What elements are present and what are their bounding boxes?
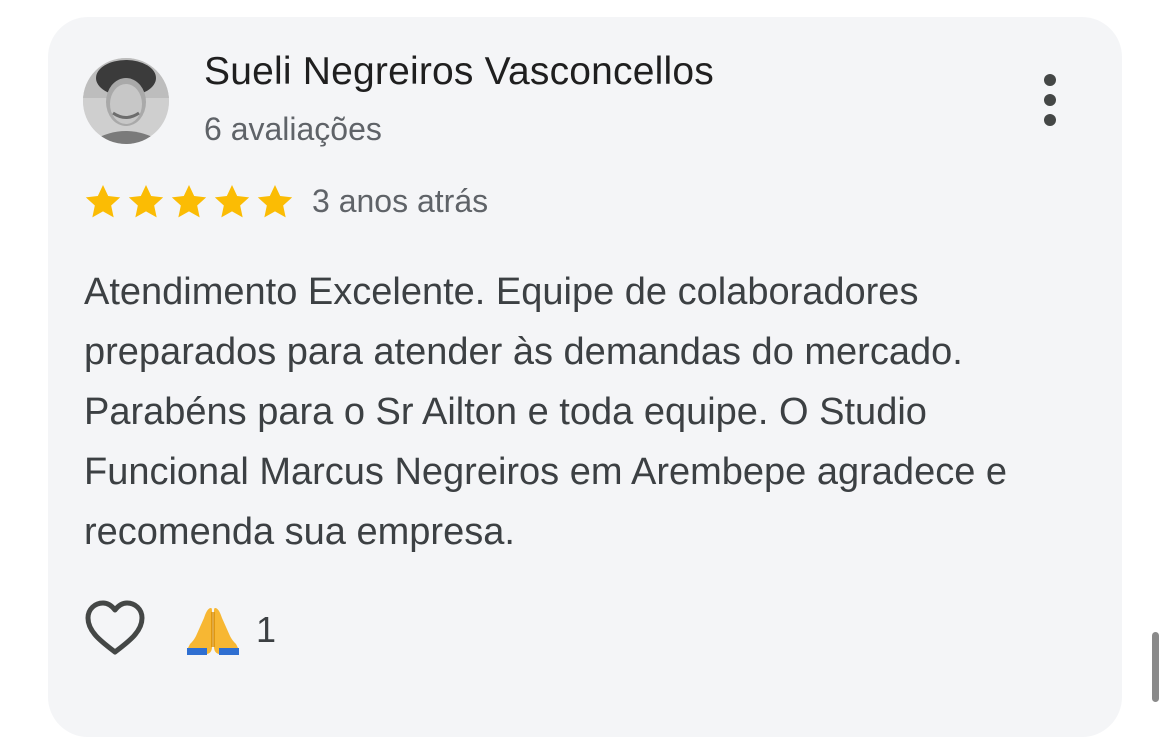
reaction-count: 1 [256,609,277,650]
avatar[interactable] [83,58,169,144]
folded-hands-icon [187,608,239,655]
more-vertical-icon [1044,74,1056,86]
more-vertical-icon-dot [1044,94,1056,106]
star-icon [128,185,164,218]
avatar-photo [83,58,169,144]
star-icon [257,185,293,218]
star-icon [85,185,121,218]
like-button[interactable] [84,600,146,658]
author-review-count: 6 avaliações [204,111,382,147]
star-rating [83,182,295,222]
reaction-chip[interactable]: 1 [184,604,276,656]
star-icon [214,185,250,218]
author-name[interactable]: Sueli Negreiros Vasconcellos [204,50,714,94]
more-vertical-icon-dot [1044,114,1056,126]
star-icon [171,185,207,218]
review-text: Atendimento Excelente. Equipe de colabor… [84,271,1008,553]
heart-outline-icon [85,600,145,655]
review-time: 3 anos atrás [312,183,489,219]
more-options-button[interactable] [1028,70,1072,130]
scrollbar[interactable] [1152,632,1159,702]
